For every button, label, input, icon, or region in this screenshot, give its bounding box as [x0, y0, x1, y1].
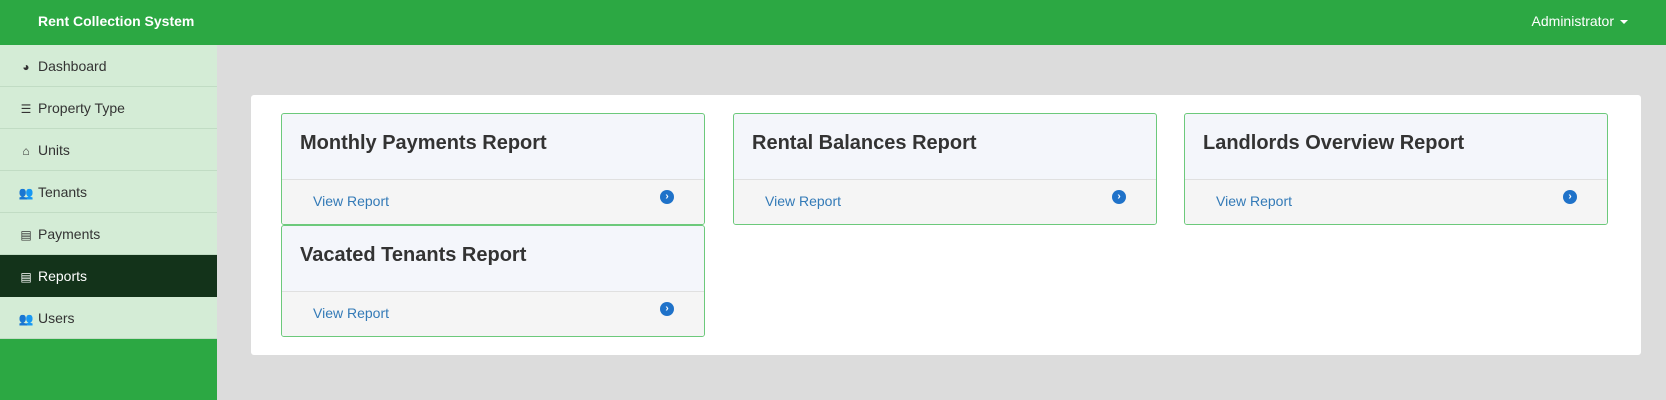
sidebar-item-label: Payments: [38, 226, 101, 242]
report-card-rental-balances: Rental Balances Report View Report ›: [733, 113, 1157, 225]
sidebar-item-payments[interactable]: ▤ Payments: [0, 213, 217, 255]
sidebar-item-users[interactable]: 👥 Users: [0, 297, 217, 339]
sidebar-item-label: Reports: [38, 268, 88, 284]
report-card-monthly-payments: Monthly Payments Report View Report ›: [281, 113, 705, 225]
report-card-vacated-tenants: Vacated Tenants Report View Report ›: [281, 225, 705, 337]
app-title[interactable]: Rent Collection System: [38, 0, 194, 43]
view-report-label: View Report: [765, 193, 842, 209]
top-navbar: Rent Collection System Administrator: [0, 0, 1666, 45]
reports-panel: Monthly Payments Report View Report › Re…: [251, 95, 1641, 355]
sidebar-item-tenants[interactable]: 👥 Tenants: [0, 171, 217, 213]
user-group-icon: 👥: [18, 312, 34, 327]
sidebar-item-reports[interactable]: ▤ Reports: [0, 255, 217, 297]
dashboard-icon: ◕: [22, 60, 30, 75]
user-menu-label: Administrator: [1531, 13, 1614, 29]
report-card-title: Monthly Payments Report: [282, 114, 704, 180]
report-card-title: Landlords Overview Report: [1185, 114, 1607, 180]
view-report-label: View Report: [313, 305, 390, 321]
sidebar-item-property-type[interactable]: ☰ Property Type: [0, 87, 217, 129]
sidebar-item-units[interactable]: ⌂ Units: [0, 129, 217, 171]
view-report-link[interactable]: View Report ›: [282, 292, 704, 336]
view-report-link[interactable]: View Report ›: [1185, 180, 1607, 224]
receipt-icon: ▤: [20, 228, 32, 243]
sidebar-item-label: Property Type: [38, 100, 125, 116]
sidebar-item-label: Dashboard: [38, 58, 107, 74]
list-icon: ☰: [20, 102, 32, 117]
view-report-link[interactable]: View Report ›: [282, 180, 704, 224]
sidebar: ◕ Dashboard ☰ Property Type ⌂ Units 👥 Tenant…: [0, 45, 217, 400]
chevron-circle-right-icon: ›: [1112, 190, 1126, 204]
view-report-label: View Report: [1216, 193, 1293, 209]
sidebar-item-label: Users: [38, 310, 75, 326]
sidebar-item-label: Tenants: [38, 184, 88, 200]
chevron-circle-right-icon: ›: [1563, 190, 1577, 204]
view-report-label: View Report: [313, 193, 390, 209]
user-menu-dropdown[interactable]: Administrator: [1532, 0, 1628, 43]
sidebar-item-dashboard[interactable]: ◕ Dashboard: [0, 45, 217, 87]
report-icon: ▤: [20, 270, 32, 285]
caret-down-icon: [1620, 20, 1628, 25]
chevron-circle-right-icon: ›: [660, 302, 674, 316]
report-card-landlords-overview: Landlords Overview Report View Report ›: [1184, 113, 1608, 225]
report-card-title: Vacated Tenants Report: [282, 226, 704, 292]
report-card-title: Rental Balances Report: [734, 114, 1156, 180]
view-report-link[interactable]: View Report ›: [734, 180, 1156, 224]
home-icon: ⌂: [22, 144, 30, 159]
users-icon: 👥: [18, 186, 34, 201]
sidebar-item-label: Units: [38, 142, 70, 158]
chevron-circle-right-icon: ›: [660, 190, 674, 204]
